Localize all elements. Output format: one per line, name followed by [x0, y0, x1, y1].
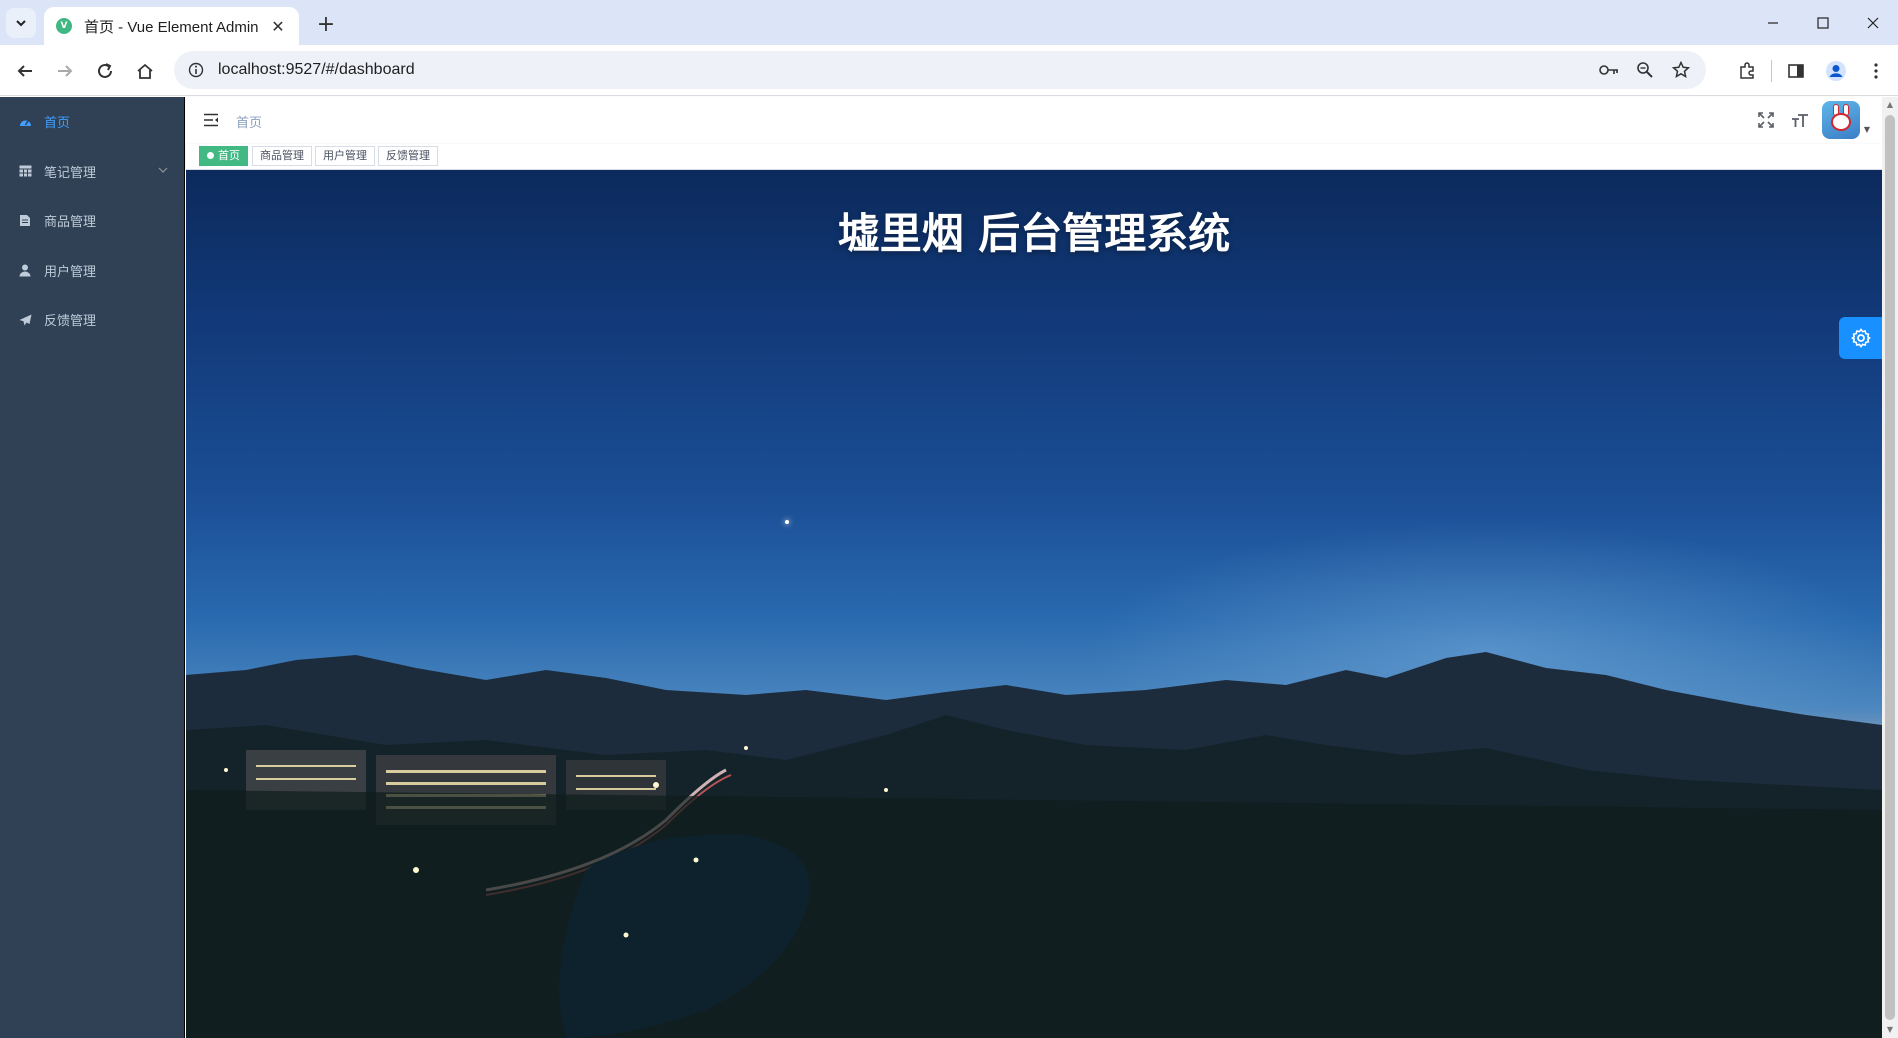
landscape-illustration: [186, 652, 1882, 1038]
arrow-right-icon: [58, 65, 73, 77]
chevron-down-icon: [16, 20, 26, 27]
tab-search-button[interactable]: [6, 8, 36, 38]
zoom-icon[interactable]: [1632, 57, 1658, 83]
scroll-down-icon[interactable]: ▼: [1885, 1025, 1895, 1035]
scroll-up-icon[interactable]: ▲: [1885, 100, 1895, 110]
reload-button[interactable]: [90, 56, 120, 86]
tag-label: 用户管理: [323, 149, 367, 162]
profile-icon[interactable]: [1820, 56, 1852, 86]
chevron-down-icon: [158, 167, 168, 173]
sidebar-item-label: 用户管理: [44, 264, 97, 280]
page-scrollbar[interactable]: ▲ ▼: [1882, 97, 1898, 1038]
vue-favicon-icon: V: [56, 18, 72, 34]
address-bar[interactable]: localhost:9527/#/dashboard: [174, 51, 1706, 89]
tag-label: 商品管理: [260, 149, 304, 162]
sidebar-item-label: 首页: [44, 116, 71, 132]
toolbar-divider: [1771, 60, 1772, 82]
gear-icon: [1850, 328, 1871, 348]
tag-products[interactable]: 商品管理: [252, 146, 312, 166]
sidebar-item-label: 商品管理: [44, 215, 97, 231]
browser-tab[interactable]: V 首页 - Vue Element Admin ✕: [44, 7, 299, 45]
user-icon: [18, 263, 32, 277]
active-dot-icon: [207, 151, 214, 159]
sidebar-menu: 首页 笔记管理 商品管理 用户管理 反馈管理: [0, 97, 185, 1038]
settings-button[interactable]: [1839, 317, 1882, 359]
reload-icon: [98, 63, 112, 78]
minimize-icon: [1768, 21, 1778, 24]
maximize-icon: [1817, 16, 1829, 29]
breadcrumb[interactable]: 首页: [236, 112, 262, 131]
minimize-button[interactable]: [1748, 0, 1798, 45]
url-text[interactable]: localhost:9527/#/dashboard: [218, 61, 1596, 79]
avatar[interactable]: [1821, 101, 1860, 139]
document-icon: [18, 214, 32, 228]
sidebar-item-users[interactable]: 用户管理: [0, 246, 184, 296]
browser-tabstrip: V 首页 - Vue Element Admin ✕ +: [0, 0, 1898, 45]
close-tab-icon[interactable]: ✕: [269, 17, 287, 36]
password-key-icon[interactable]: [1596, 57, 1622, 83]
maximize-button[interactable]: [1798, 0, 1848, 45]
app-navbar: 首页 ▼: [186, 97, 1882, 144]
extensions-icon[interactable]: [1731, 56, 1763, 86]
sidebar-item-label: 笔记管理: [44, 165, 97, 181]
caret-down-icon[interactable]: ▼: [1864, 125, 1870, 134]
home-icon: [137, 63, 153, 79]
sidebar-item-products[interactable]: 商品管理: [0, 196, 184, 246]
menu-fold-icon: [204, 113, 218, 127]
sidebar-item-dashboard[interactable]: 首页: [0, 97, 184, 147]
tab-title: 首页 - Vue Element Admin: [84, 18, 259, 36]
info-icon[interactable]: [188, 62, 204, 78]
close-icon: [1867, 17, 1879, 28]
home-button[interactable]: [130, 56, 160, 86]
browser-toolbar: localhost:9527/#/dashboard: [0, 45, 1898, 96]
send-icon: [18, 313, 32, 327]
hamburger-toggle[interactable]: [200, 109, 222, 131]
sidebar-item-notes[interactable]: 笔记管理: [0, 147, 184, 197]
window-controls: [1748, 0, 1898, 45]
tag-users[interactable]: 用户管理: [315, 146, 375, 166]
tag-label: 首页: [218, 149, 240, 162]
dashboard-background: 墟里烟 后台管理系统: [186, 170, 1882, 1038]
font-size-icon: [1791, 114, 1808, 127]
more-menu-icon[interactable]: [1860, 56, 1892, 86]
sidebar-item-feedback[interactable]: 反馈管理: [0, 295, 184, 345]
sidebar-item-label: 反馈管理: [44, 314, 97, 330]
forward-button[interactable]: [50, 56, 80, 86]
tag-feedback[interactable]: 反馈管理: [378, 146, 438, 166]
tag-dashboard[interactable]: 首页: [199, 146, 248, 166]
side-panel-icon[interactable]: [1780, 56, 1812, 86]
new-tab-button[interactable]: +: [312, 10, 340, 38]
font-size-button[interactable]: [1788, 108, 1812, 132]
fullscreen-button[interactable]: [1754, 108, 1778, 132]
dashboard-title: 墟里烟 后台管理系统: [837, 209, 1231, 258]
fullscreen-icon: [1758, 112, 1774, 128]
table-icon: [18, 164, 32, 178]
tags-view: 首页 商品管理 用户管理 反馈管理: [186, 144, 1882, 170]
back-button[interactable]: [10, 56, 40, 86]
close-window-button[interactable]: [1848, 0, 1898, 45]
arrow-left-icon: [17, 65, 32, 77]
tag-label: 反馈管理: [386, 149, 430, 162]
scroll-thumb[interactable]: [1885, 115, 1895, 1020]
bookmark-star-icon[interactable]: [1668, 57, 1694, 83]
dashboard-icon: [18, 115, 32, 129]
